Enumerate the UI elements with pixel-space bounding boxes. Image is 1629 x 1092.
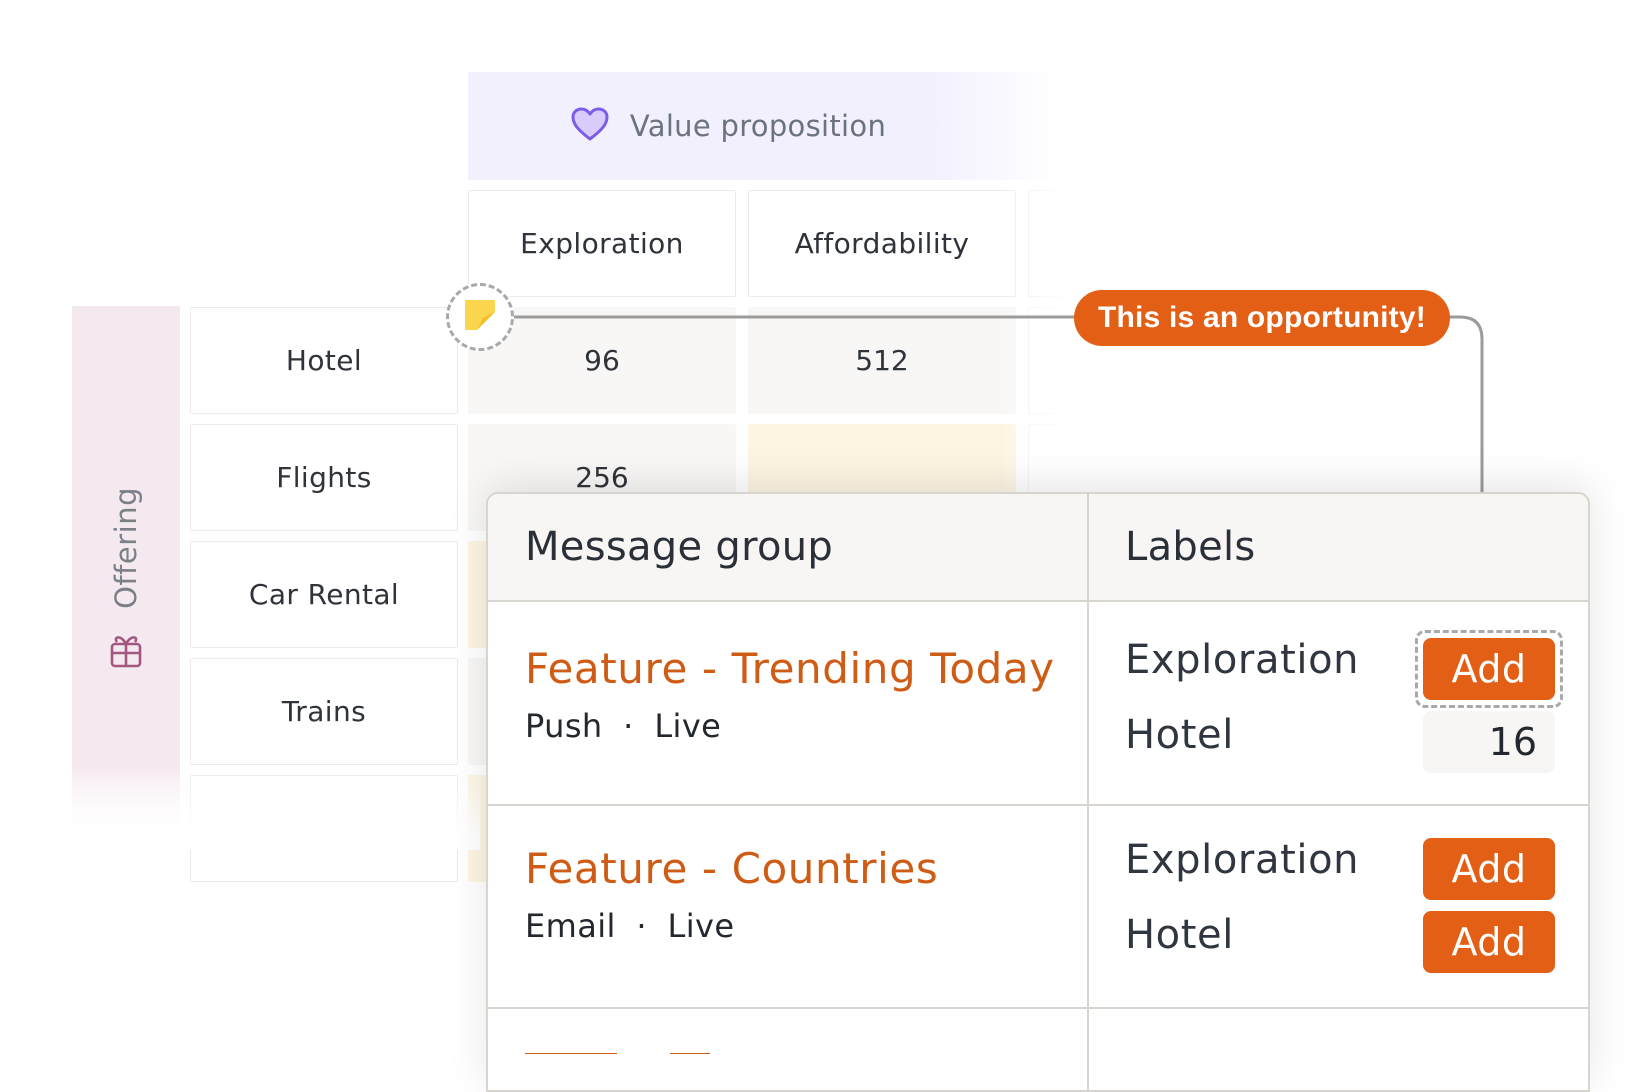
table-row[interactable]: Feature - Countries Email · Live xyxy=(525,844,938,945)
add-exploration-button[interactable]: Add xyxy=(1423,638,1555,700)
label-hotel: Hotel xyxy=(1125,712,1234,758)
sticky-note-icon xyxy=(463,298,497,336)
channel: Email xyxy=(525,907,616,945)
row-divider xyxy=(488,804,1588,806)
message-group-title[interactable]: Feature - Countries xyxy=(525,844,938,893)
add-exploration-button[interactable]: Add xyxy=(1423,838,1555,900)
status: Live xyxy=(654,707,722,745)
message-group-table: Message group Labels Feature - Trending … xyxy=(486,492,1590,1092)
opportunity-callout: This is an opportunity! xyxy=(1074,290,1450,346)
message-group-meta: Push · Live xyxy=(525,707,1055,745)
column-divider xyxy=(1087,494,1089,1090)
message-group-title[interactable]: Feature - Trending Today xyxy=(525,644,1055,693)
row-divider xyxy=(488,1007,1588,1009)
label-exploration: Exploration xyxy=(1125,837,1360,883)
message-group-meta: Email · Live xyxy=(525,907,938,945)
status: Live xyxy=(667,907,735,945)
add-hotel-button[interactable]: Add xyxy=(1423,911,1555,973)
meta-separator: · xyxy=(636,907,647,945)
hotel-count: 16 xyxy=(1423,711,1555,773)
header-labels[interactable]: Labels xyxy=(1125,524,1256,570)
table-row[interactable]: Feature - Trending Today Push · Live xyxy=(525,644,1055,745)
header-message-group[interactable]: Message group xyxy=(525,524,833,570)
label-hotel: Hotel xyxy=(1125,912,1234,958)
opportunity-marker[interactable] xyxy=(446,283,514,351)
label-exploration: Exploration xyxy=(1125,637,1360,683)
channel: Push xyxy=(525,707,603,745)
meta-separator: · xyxy=(623,707,634,745)
